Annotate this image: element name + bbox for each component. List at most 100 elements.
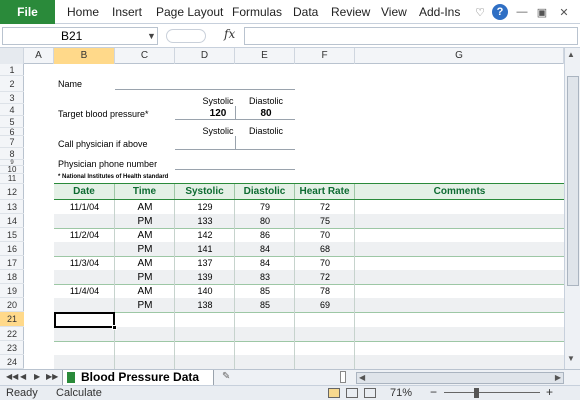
help-icon[interactable]: ? — [492, 4, 508, 20]
row-header[interactable]: 7 — [0, 136, 24, 148]
row-header[interactable]: 3 — [0, 92, 24, 104]
table-row-5-diastolic[interactable]: 84 — [235, 256, 295, 271]
column-header-g[interactable]: G — [355, 48, 564, 64]
table-row-4-heart-rate[interactable]: 68 — [295, 242, 355, 257]
column-header-f[interactable]: F — [295, 48, 355, 64]
table-row-1-systolic[interactable]: 129 — [175, 200, 235, 215]
row-header[interactable]: 24 — [0, 355, 24, 369]
table-row-7-heart-rate[interactable]: 78 — [295, 284, 355, 299]
name-field-line[interactable] — [115, 89, 295, 90]
row-header[interactable]: 15 — [0, 228, 24, 242]
table-row-7-date[interactable]: 11/4/04 — [54, 284, 115, 299]
zoom-level[interactable]: 71% — [390, 387, 412, 399]
row-header[interactable]: 1 — [0, 64, 24, 76]
row-header[interactable]: 2 — [0, 76, 24, 92]
scroll-up-icon[interactable]: ▲ — [567, 50, 575, 59]
horizontal-scrollbar[interactable]: ◀ ▶ — [356, 372, 564, 384]
sheet-tab-blood-pressure-data[interactable]: Blood Pressure Data — [62, 370, 214, 386]
insert-sheet-icon[interactable]: ✎ — [222, 371, 230, 382]
table-row-5-heart-rate[interactable]: 70 — [295, 256, 355, 271]
table-row-1-date[interactable]: 11/1/04 — [54, 200, 115, 215]
row-header[interactable]: 21 — [0, 312, 24, 327]
vertical-scrollbar[interactable]: ▲ ▼ — [564, 48, 580, 369]
row-header[interactable]: 14 — [0, 214, 24, 228]
row-header[interactable]: 13 — [0, 200, 24, 214]
row-header[interactable]: 4 — [0, 104, 24, 116]
scroll-right-icon[interactable]: ▶ — [555, 373, 561, 382]
next-sheet-icon[interactable]: ▶ — [34, 372, 40, 381]
page-break-view-icon[interactable] — [364, 388, 376, 398]
active-cell-b21[interactable] — [54, 312, 117, 330]
table-row-3-date[interactable]: 11/2/04 — [54, 228, 115, 243]
tab-insert[interactable]: Insert — [112, 0, 142, 24]
row-header[interactable]: 6 — [0, 128, 24, 137]
page-layout-view-icon[interactable] — [346, 388, 358, 398]
row-header[interactable]: 17 — [0, 256, 24, 270]
table-row-8-heart-rate[interactable]: 69 — [295, 298, 355, 313]
row-header[interactable]: 16 — [0, 242, 24, 256]
zoom-in-icon[interactable]: + — [546, 385, 553, 399]
close-icon[interactable]: ✕ — [556, 4, 572, 20]
name-box[interactable]: B21 ▼ — [2, 27, 158, 45]
row-header[interactable]: 12 — [0, 184, 24, 200]
row-header[interactable]: 18 — [0, 270, 24, 284]
table-row-5-time[interactable]: AM — [115, 256, 175, 271]
tab-page-layout[interactable]: Page Layout — [156, 0, 223, 24]
file-tab[interactable]: File — [0, 0, 55, 24]
column-header-b[interactable]: B — [54, 48, 115, 64]
table-row-5-date[interactable]: 11/3/04 — [54, 256, 115, 271]
column-header-a[interactable]: A — [24, 48, 54, 64]
table-row-1-time[interactable]: AM — [115, 200, 175, 215]
table-row-1-diastolic[interactable]: 79 — [235, 200, 295, 215]
table-row-2-diastolic[interactable]: 80 — [235, 214, 295, 229]
select-all-corner[interactable] — [0, 48, 24, 64]
table-row-6-time[interactable]: PM — [115, 270, 175, 285]
table-row-5-systolic[interactable]: 137 — [175, 256, 235, 271]
table-row-7-systolic[interactable]: 140 — [175, 284, 235, 299]
tab-home[interactable]: Home — [67, 0, 99, 24]
table-row-8-diastolic[interactable]: 85 — [235, 298, 295, 313]
phone-line[interactable] — [175, 169, 295, 170]
zoom-slider-thumb[interactable] — [474, 388, 479, 398]
fill-handle[interactable] — [112, 325, 117, 330]
row-header[interactable]: 11 — [0, 174, 24, 184]
table-row-6-heart-rate[interactable]: 72 — [295, 270, 355, 285]
row-header[interactable]: 22 — [0, 327, 24, 341]
first-sheet-icon[interactable]: ◀◀ — [6, 372, 18, 381]
tab-data[interactable]: Data — [293, 0, 318, 24]
table-row-1-heart-rate[interactable]: 72 — [295, 200, 355, 215]
table-row-7-time[interactable]: AM — [115, 284, 175, 299]
chevron-down-icon[interactable]: ▼ — [147, 28, 156, 44]
table-row-3-time[interactable]: AM — [115, 228, 175, 243]
column-header-d[interactable]: D — [175, 48, 235, 64]
table-row-8-systolic[interactable]: 138 — [175, 298, 235, 313]
target-diastolic-value[interactable]: 80 — [236, 108, 296, 119]
row-header[interactable]: 23 — [0, 341, 24, 355]
column-header-e[interactable]: E — [235, 48, 295, 64]
worksheet-grid[interactable]: Name Systolic Diastolic Target blood pre… — [24, 64, 564, 369]
table-row-6-diastolic[interactable]: 83 — [235, 270, 295, 285]
table-row-6-systolic[interactable]: 139 — [175, 270, 235, 285]
table-row-3-heart-rate[interactable]: 70 — [295, 228, 355, 243]
zoom-slider-track[interactable] — [444, 392, 540, 393]
restore-icon[interactable]: ▣ — [534, 4, 550, 20]
last-sheet-icon[interactable]: ▶▶ — [46, 372, 58, 381]
zoom-out-icon[interactable]: − — [430, 385, 437, 399]
tab-formulas[interactable]: Formulas — [232, 0, 282, 24]
scroll-left-icon[interactable]: ◀ — [359, 373, 365, 382]
table-row-3-diastolic[interactable]: 86 — [235, 228, 295, 243]
minimize-icon[interactable]: — — [514, 4, 530, 20]
scroll-down-icon[interactable]: ▼ — [567, 354, 575, 363]
table-row-2-systolic[interactable]: 133 — [175, 214, 235, 229]
tab-split-handle[interactable] — [340, 371, 346, 383]
table-row-3-systolic[interactable]: 142 — [175, 228, 235, 243]
vertical-scroll-thumb[interactable] — [567, 76, 579, 286]
formula-input[interactable] — [244, 27, 578, 45]
tab-review[interactable]: Review — [331, 0, 370, 24]
table-row-2-time[interactable]: PM — [115, 214, 175, 229]
normal-view-icon[interactable] — [328, 388, 340, 398]
prev-sheet-icon[interactable]: ◀ — [20, 372, 26, 381]
table-row-4-time[interactable]: PM — [115, 242, 175, 257]
tab-view[interactable]: View — [381, 0, 407, 24]
table-row-7-diastolic[interactable]: 85 — [235, 284, 295, 299]
